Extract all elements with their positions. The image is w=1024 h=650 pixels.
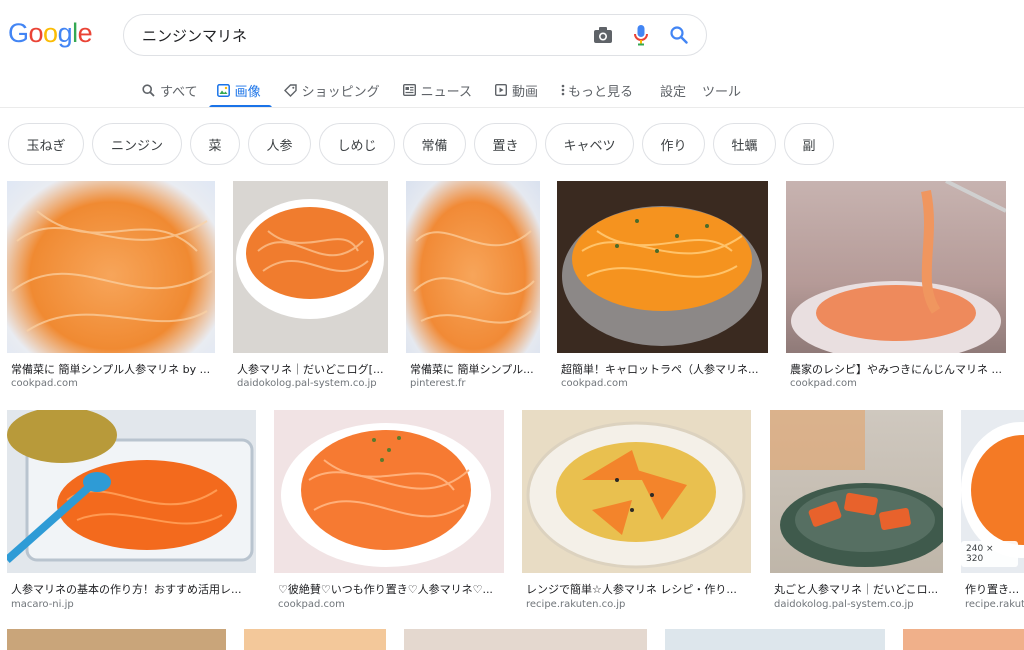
tab-label: もっと見る — [567, 84, 633, 100]
result-image[interactable] — [406, 181, 540, 353]
google-logo[interactable]: Google — [8, 18, 93, 52]
result-site: daidokolog.pal-system.co.jp — [237, 378, 377, 389]
result-image[interactable] — [557, 181, 768, 353]
result-site: macaro-ni.jp — [11, 599, 74, 610]
result-image[interactable] — [233, 181, 388, 353]
search-icon[interactable] — [660, 15, 698, 55]
tab-images[interactable]: 画像 — [208, 74, 272, 108]
search-icon — [142, 83, 155, 97]
chip[interactable]: 玉ねぎ — [8, 123, 84, 165]
result-image[interactable] — [7, 410, 256, 573]
image-result[interactable]: 丸ごと人参マリネ｜だいどこロ... daidokolog.pal-system.… — [770, 410, 943, 615]
chip[interactable]: 牡蠣 — [713, 123, 776, 165]
result-site: recipe.rakuten.co.jp — [526, 599, 626, 610]
result-image[interactable] — [903, 629, 1024, 650]
result-title[interactable]: 作り置き、... — [965, 581, 1024, 597]
result-title[interactable]: 超簡単！キャロットラペ（人参マリネ... — [561, 361, 765, 377]
tab-label: ニュース — [420, 84, 472, 100]
chip[interactable]: 作り — [642, 123, 705, 165]
chip[interactable]: ニンジン — [92, 123, 182, 165]
result-site: cookpad.com — [561, 378, 628, 389]
news-icon — [402, 84, 416, 96]
result-title[interactable]: 常備菜に 簡単シンプル... — [410, 361, 538, 377]
result-site: cookpad.com — [790, 378, 857, 389]
tab-label: 設定 — [660, 84, 687, 100]
chip[interactable]: キャベツ — [545, 123, 634, 165]
tag-icon — [283, 83, 297, 97]
result-image[interactable] — [7, 629, 226, 650]
more-vert-icon — [561, 84, 565, 96]
result-site: pinterest.fr — [410, 378, 466, 389]
result-title[interactable]: ♡彼絶賛♡いつも作り置き♡人参マリネ♡... — [278, 581, 502, 597]
result-site: daidokolog.pal-system.co.jp — [774, 599, 914, 610]
tab-label: ショッピング — [301, 84, 380, 100]
image-result[interactable]: 農家のレシピ】やみつきにんじんマリネ ... cookpad.com — [786, 181, 1006, 393]
image-result[interactable]: 人参マリネの基本の作り方！おすすめ活用レ... macaro-ni.jp — [7, 410, 256, 615]
chip[interactable]: 菜 — [190, 123, 240, 165]
image-result[interactable] — [903, 629, 1024, 650]
tab-settings[interactable]: 設定 — [644, 74, 694, 106]
tab-label: 動画 — [511, 84, 538, 100]
result-image[interactable] — [404, 629, 647, 650]
image-result[interactable] — [665, 629, 885, 650]
tab-more[interactable]: もっと見る — [549, 74, 644, 106]
tab-shopping[interactable]: ショッピング — [272, 74, 391, 106]
microphone-icon[interactable] — [622, 15, 660, 55]
camera-icon[interactable] — [584, 15, 622, 55]
result-image[interactable] — [7, 181, 215, 353]
header-divider — [0, 107, 1024, 108]
image-result[interactable] — [404, 629, 647, 650]
result-title[interactable]: 人参マリネ｜だいどこログ[... — [237, 361, 385, 377]
tab-label: ツール — [702, 84, 742, 100]
chip[interactable]: 人参 — [248, 123, 311, 165]
image-result[interactable]: 超簡単！キャロットラペ（人参マリネ... cookpad.com — [557, 181, 768, 393]
tab-news[interactable]: ニュース — [391, 74, 483, 106]
result-title[interactable]: 人参マリネの基本の作り方！おすすめ活用レ... — [11, 581, 251, 597]
result-title[interactable]: 常備菜に 簡単シンプル人参マリネ by ... — [11, 361, 211, 377]
search-input[interactable]: ニンジンマリネ — [124, 25, 584, 46]
result-site: cookpad.com — [278, 599, 345, 610]
result-image[interactable] — [244, 629, 386, 650]
image-result[interactable]: 240 × 320 作り置き、... recipe.rakuten... — [961, 410, 1024, 615]
chip[interactable]: 置き — [474, 123, 537, 165]
result-image[interactable] — [786, 181, 1006, 353]
image-result[interactable]: ♡彼絶賛♡いつも作り置き♡人参マリネ♡... cookpad.com — [274, 410, 504, 615]
result-image[interactable] — [522, 410, 751, 573]
tab-all[interactable]: すべて — [140, 74, 209, 106]
play-icon — [494, 84, 507, 96]
chip[interactable]: 常備 — [403, 123, 466, 165]
tab-label: すべて — [160, 84, 198, 100]
image-result[interactable] — [7, 629, 226, 650]
search-tabs: すべて 画像 ショッピング ニュース 動画 もっと見る 設定 ツール — [140, 74, 749, 108]
result-image[interactable] — [770, 410, 943, 573]
image-result[interactable]: 常備菜に 簡単シンプル人参マリネ by ... cookpad.com — [7, 181, 215, 393]
result-title[interactable]: 農家のレシピ】やみつきにんじんマリネ ... — [790, 361, 1004, 377]
result-title[interactable]: レンジで簡単☆人参マリネ レシピ・作り... — [526, 581, 748, 597]
image-result[interactable]: レンジで簡単☆人参マリネ レシピ・作り... recipe.rakuten.co… — [522, 410, 751, 615]
tab-label: 画像 — [234, 84, 261, 100]
image-result[interactable]: 人参マリネ｜だいどこログ[... daidokolog.pal-system.c… — [233, 181, 388, 393]
result-image[interactable] — [274, 410, 504, 573]
tab-videos[interactable]: 動画 — [483, 74, 549, 106]
image-result[interactable]: 常備菜に 簡単シンプル... pinterest.fr — [406, 181, 540, 393]
image-result[interactable] — [244, 629, 386, 650]
image-size-badge: 240 × 320 — [961, 541, 1018, 567]
result-title[interactable]: 丸ごと人参マリネ｜だいどこロ... — [774, 581, 942, 597]
result-site: cookpad.com — [11, 378, 78, 389]
chip[interactable]: 副 — [784, 123, 834, 165]
search-box[interactable]: ニンジンマリネ — [123, 14, 707, 56]
chip[interactable]: しめじ — [319, 123, 395, 165]
result-image[interactable]: 240 × 320 — [961, 410, 1024, 573]
image-icon — [216, 83, 230, 97]
result-site: recipe.rakuten... — [965, 599, 1024, 610]
tab-tools[interactable]: ツール — [694, 74, 749, 106]
result-image[interactable] — [665, 629, 885, 650]
refinement-chips: 玉ねぎ ニンジン 菜 人参 しめじ 常備 置き キャベツ 作り 牡蠣 副 — [8, 123, 834, 165]
